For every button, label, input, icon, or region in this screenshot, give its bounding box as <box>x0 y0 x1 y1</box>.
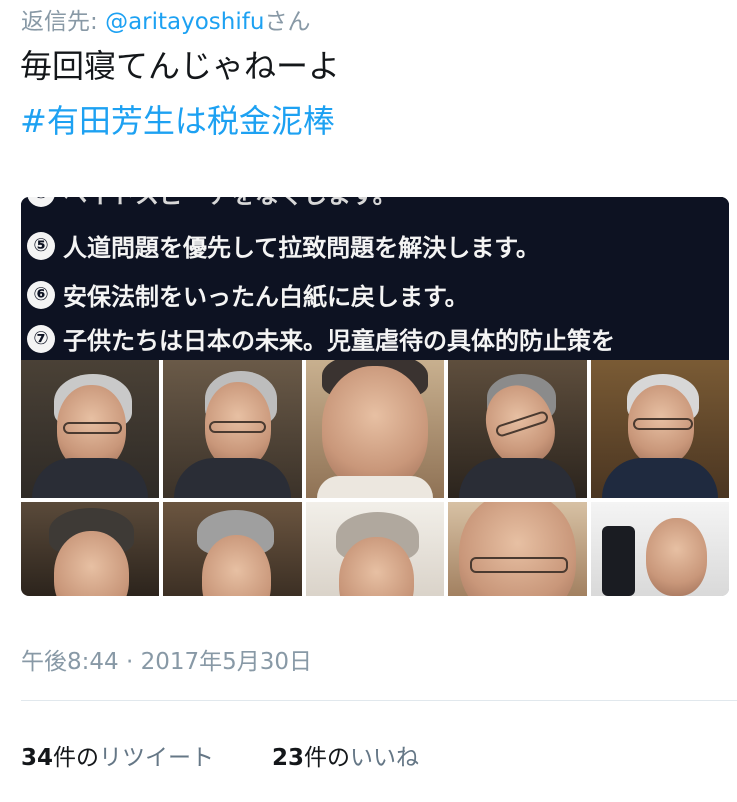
policy-line: ④ ヘイトスピーチをなくします。 <box>21 197 729 215</box>
photo-tile <box>163 502 302 596</box>
policy-text: 子供たちは日本の未来。児童虐待の具体的防止策を <box>63 327 615 355</box>
like-unit: 件の <box>304 745 351 771</box>
suit <box>174 458 291 498</box>
policy-banner: ④ ヘイトスピーチをなくします。 ⑤ 人道問題を優先して拉致問題を解決します。 ⑥安… <box>21 197 729 360</box>
suit <box>32 458 149 498</box>
policy-number: ⑤ <box>27 231 55 260</box>
photo-tile <box>305 360 445 498</box>
like-count: 23 <box>272 745 305 771</box>
reply-handle-link[interactable]: @aritayoshifu <box>105 9 264 35</box>
phone-device <box>601 526 635 596</box>
retweet-label: リツイート <box>99 745 215 771</box>
suit <box>459 458 576 498</box>
policy-number: ⑥ <box>27 280 55 309</box>
photo-grid <box>21 360 729 596</box>
policy-number: ⑦ <box>27 324 55 353</box>
photo-tile <box>21 360 160 498</box>
policy-text: 安保法制をいったん白紙に戻します。 <box>63 283 469 311</box>
suit <box>316 476 434 498</box>
policy-text: 人道問題を優先して拉致問題を解決します。 <box>63 234 540 262</box>
head <box>322 365 428 490</box>
photo-tile <box>448 502 587 596</box>
policy-line: ⑤ 人道問題を優先して拉致問題を解決します。 <box>21 228 729 268</box>
glasses <box>633 417 693 430</box>
like-label: いいね <box>350 745 420 771</box>
retweet-unit: 件の <box>53 745 100 771</box>
photo-tile <box>163 360 302 498</box>
glasses <box>62 422 122 435</box>
glasses <box>470 556 569 573</box>
photo-tile <box>21 502 160 596</box>
retweet-count: 34 <box>21 745 54 771</box>
hashtag-link[interactable]: #有田芳生は税金泥棒 <box>20 99 335 143</box>
photo-tile <box>590 360 729 498</box>
divider <box>21 700 737 701</box>
photo-tile <box>590 502 729 596</box>
retweet-count-link[interactable]: 34件のリツイート <box>21 738 214 772</box>
head <box>459 502 576 596</box>
tweet-media-image[interactable]: ④ ヘイトスピーチをなくします。 ⑤ 人道問題を優先して拉致問題を解決します。 ⑥安… <box>21 197 729 596</box>
tweet-stats: 34件のリツイート 23件のいいね <box>21 738 477 772</box>
photo-tile <box>305 502 445 596</box>
tweet-timestamp: 午後8:44 · 2017年5月30日 <box>21 649 313 675</box>
suit <box>601 458 718 498</box>
photo-tile <box>448 360 587 498</box>
reply-to-line: 返信先: @aritayoshifuさん <box>21 2 310 36</box>
policy-line: ⑥ 安保法制をいったん白紙に戻します。 <box>21 277 729 317</box>
head <box>645 517 707 596</box>
policy-text: ヘイトスピーチをなくします。 <box>63 197 397 209</box>
policy-number: ④ <box>27 197 55 207</box>
tweet-text: 毎回寝てんじゃねーよ <box>20 47 341 85</box>
glasses <box>209 420 266 433</box>
reply-prefix: 返信先: <box>21 9 106 35</box>
like-count-link[interactable]: 23件のいいね <box>272 738 419 772</box>
policy-line: ⑦ 子供たちは日本の未来。児童虐待の具体的防止策を <box>21 321 729 361</box>
reply-suffix: さん <box>264 9 311 35</box>
